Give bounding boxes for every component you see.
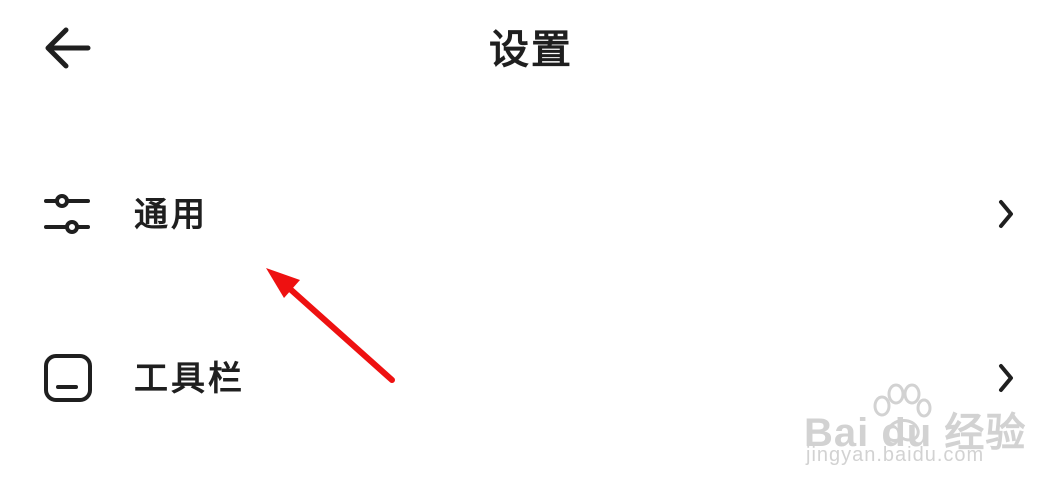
chevron-right-icon xyxy=(999,200,1013,228)
menu-item-general[interactable]: 通用 xyxy=(0,160,1050,270)
watermark-url: jingyan.baidu.com xyxy=(806,444,985,466)
header-bar: 设置 xyxy=(0,0,1050,100)
toolbar-icon xyxy=(44,354,92,402)
watermark: Bai du 经验 jingyan.baidu.com xyxy=(800,380,1040,490)
sliders-icon xyxy=(44,194,90,234)
menu-item-label: 工具栏 xyxy=(134,359,245,399)
page-title: 设置 xyxy=(489,27,573,73)
menu-item-label: 通用 xyxy=(134,195,208,235)
annotation-arrow-icon xyxy=(266,268,395,383)
